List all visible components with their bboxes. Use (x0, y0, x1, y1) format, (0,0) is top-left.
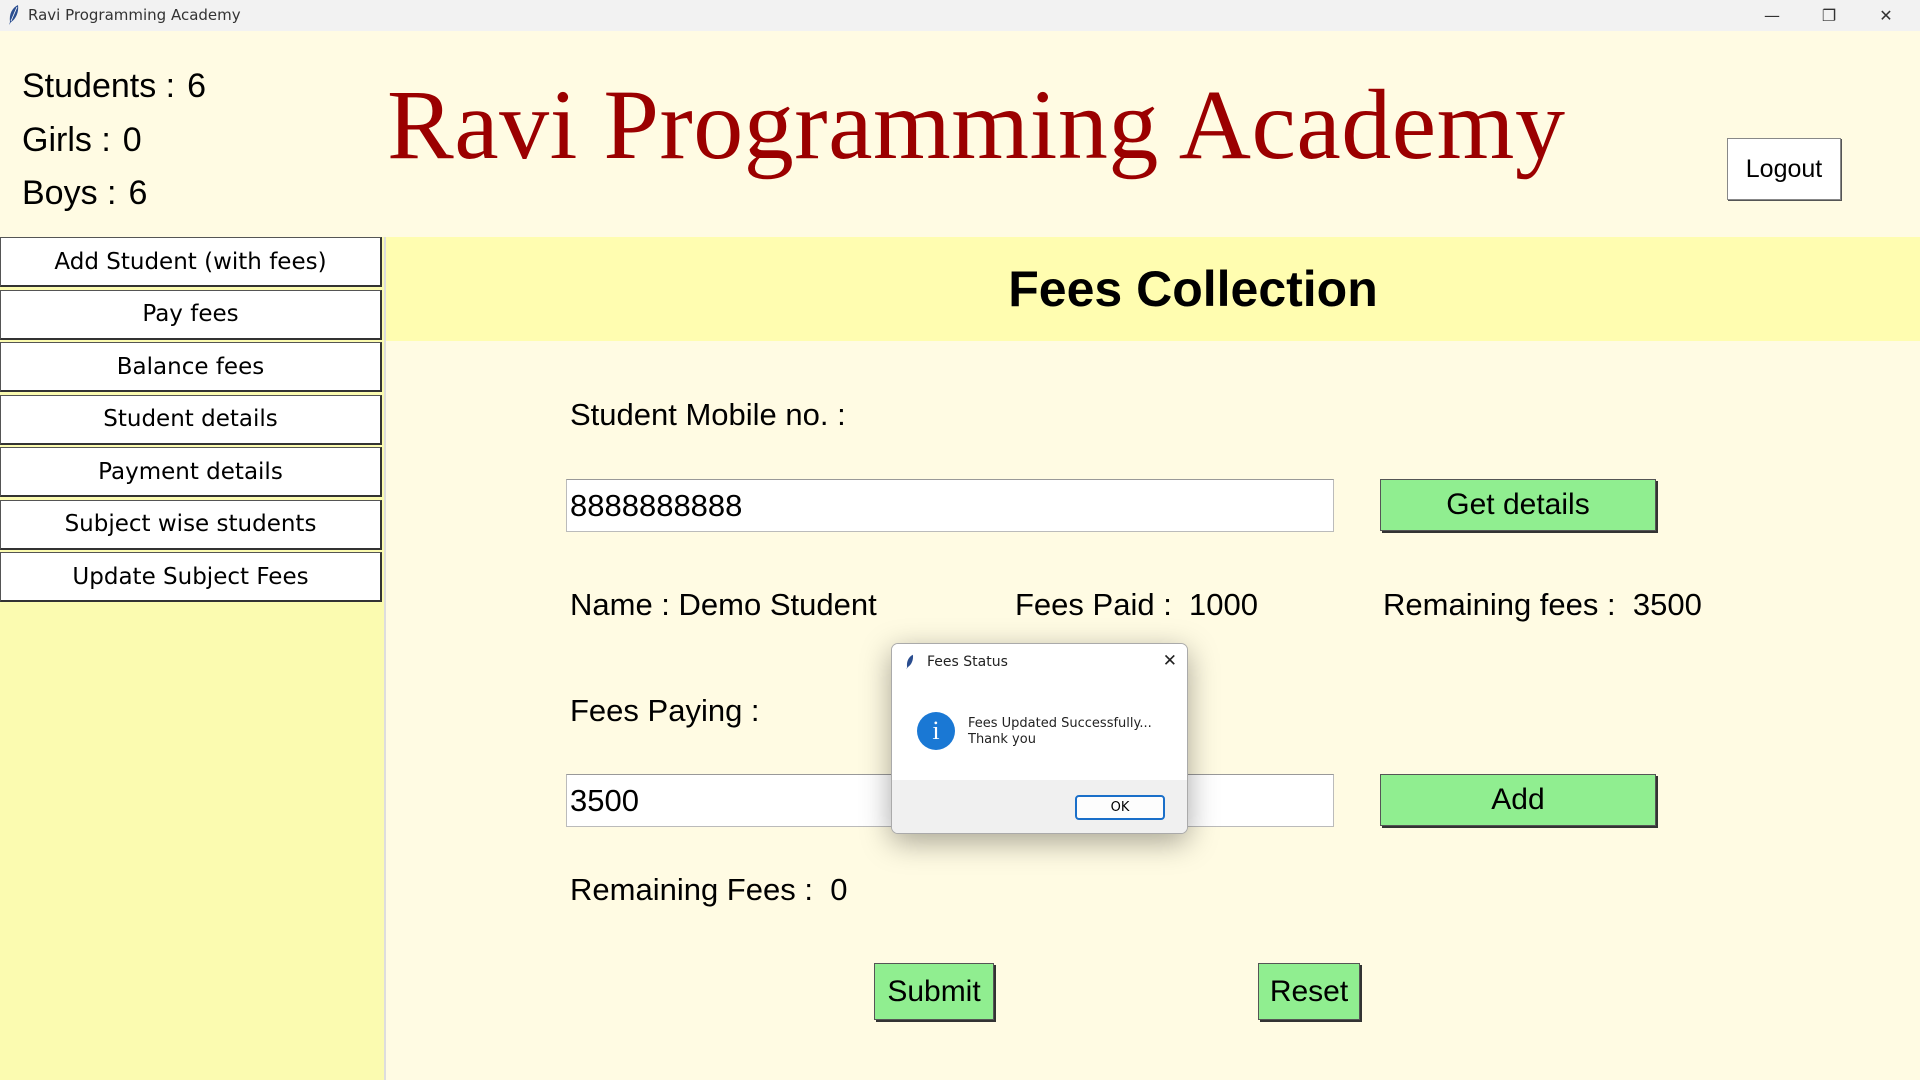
boys-label: Boys : (22, 174, 117, 212)
sidebar-item-payment-details[interactable]: Payment details (0, 447, 382, 497)
mobile-label: Student Mobile no. : (570, 397, 846, 432)
students-label: Students : (22, 67, 176, 105)
sidebar-item-subject-wise-students[interactable]: Subject wise students (0, 499, 382, 550)
dialog-close-icon[interactable]: ✕ (1163, 651, 1177, 671)
sidebar-item-add-student[interactable]: Add Student (with fees) (0, 237, 382, 287)
girls-label: Girls : (22, 121, 111, 159)
minimize-icon: — (1764, 6, 1780, 25)
students-value: 6 (187, 67, 207, 105)
fees-paid-value: 1000 (1189, 587, 1259, 622)
add-button[interactable]: Add (1380, 774, 1656, 826)
remaining-fees-label: Remaining Fees : (570, 872, 813, 907)
restore-button[interactable]: ❐ (1801, 0, 1857, 31)
submit-button[interactable]: Submit (874, 963, 994, 1020)
fees-paid: Fees Paid : 1000 (1015, 587, 1258, 623)
fees-paying-label: Fees Paying : (570, 693, 760, 728)
reset-button[interactable]: Reset (1258, 963, 1360, 1020)
close-window-button[interactable]: ✕ (1858, 0, 1914, 31)
remaining-fees-info-value: 3500 (1632, 587, 1702, 622)
mobile-input[interactable]: 8888888888 (566, 479, 1334, 532)
student-name: Name : Demo Student (570, 587, 877, 622)
header: Students : 6 Girls : 0 Boys : 6 Ravi Progra… (0, 31, 1920, 237)
academy-title: Ravi Programming Academy (387, 69, 1566, 180)
sidebar-item-update-subject-fees[interactable]: Update Subject Fees (0, 552, 382, 602)
boys-count: Boys : 6 (22, 174, 147, 213)
close-icon: ✕ (1879, 6, 1893, 25)
remaining-fees-info: Remaining fees : 3500 (1383, 587, 1702, 623)
remaining-fees: Remaining Fees : 0 (570, 872, 847, 908)
remaining-fees-info-label: Remaining fees : (1383, 587, 1616, 622)
dialog-message: Fees Updated Successfully... Thank you (968, 716, 1152, 748)
minimize-button[interactable]: — (1744, 0, 1800, 31)
feather-icon (906, 654, 914, 670)
fees-status-dialog: Fees Status ✕ i Fees Updated Successfull… (891, 643, 1188, 834)
section-header: Fees Collection (386, 237, 1920, 341)
sidebar: Add Student (with fees) Pay fees Balance… (0, 237, 386, 1080)
sidebar-item-balance-fees[interactable]: Balance fees (0, 342, 382, 392)
dialog-footer: OK (892, 780, 1187, 833)
dialog-message-line1: Fees Updated Successfully... (968, 716, 1152, 731)
remaining-fees-value: 0 (830, 872, 848, 907)
window-title: Ravi Programming Academy (28, 6, 241, 24)
restore-icon: ❐ (1821, 6, 1837, 25)
dialog-titlebar: Fees Status ✕ (892, 644, 1187, 680)
girls-count: Girls : 0 (22, 121, 142, 160)
fees-paid-label: Fees Paid : (1015, 587, 1172, 622)
sidebar-item-student-details[interactable]: Student details (0, 394, 382, 445)
info-icon: i (917, 712, 955, 750)
page-title: Fees Collection (1008, 261, 1378, 317)
feather-icon (9, 5, 19, 25)
students-count: Students : 6 (22, 67, 206, 106)
get-details-button[interactable]: Get details (1380, 479, 1656, 531)
sidebar-item-pay-fees[interactable]: Pay fees (0, 289, 382, 340)
logout-button[interactable]: Logout (1727, 138, 1841, 200)
girls-value: 0 (122, 121, 142, 159)
boys-value: 6 (128, 174, 148, 212)
ok-button[interactable]: OK (1075, 795, 1165, 820)
window-titlebar: Ravi Programming Academy — ❐ ✕ (0, 0, 1920, 32)
dialog-message-line2: Thank you (968, 732, 1036, 747)
dialog-title: Fees Status (927, 654, 1008, 670)
